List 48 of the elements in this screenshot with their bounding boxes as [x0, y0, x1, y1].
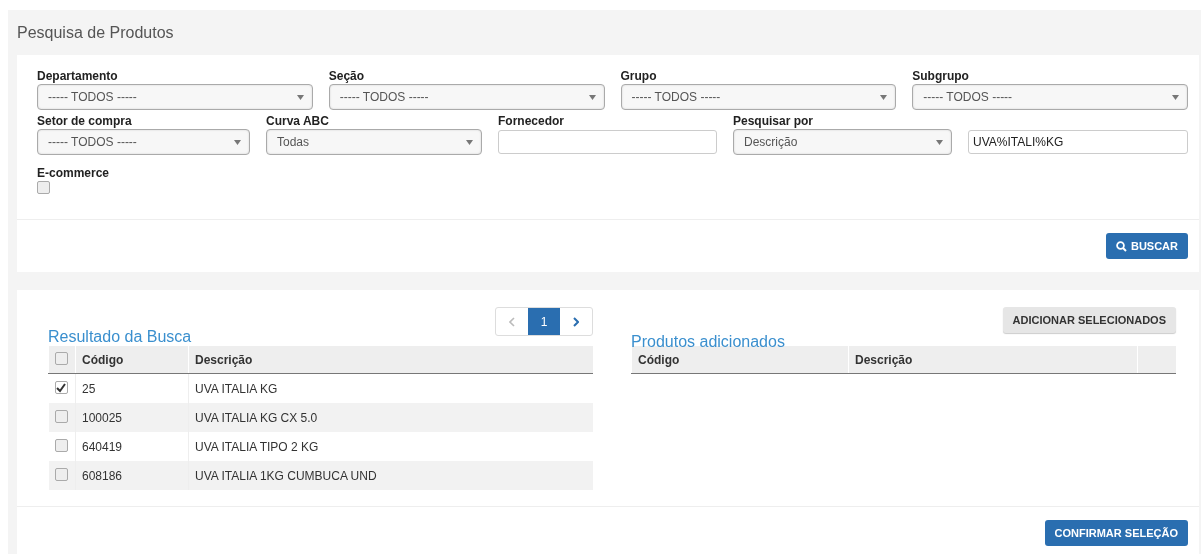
- add-selected-button[interactable]: ADICIONAR SELECIONADOS: [1002, 307, 1176, 333]
- chevron-right-icon: [573, 316, 579, 327]
- column-header: Código: [631, 346, 849, 374]
- caret-icon: [466, 139, 473, 145]
- page-title: Pesquisa de Produtos: [17, 23, 175, 43]
- table-cell: UVA ITALIA 1KG CUMBUCA UND: [188, 461, 593, 490]
- caret-icon: [936, 139, 943, 145]
- input-field[interactable]: [498, 130, 717, 154]
- field-label: Seção: [328, 69, 366, 84]
- table-cell: 608186: [75, 461, 189, 490]
- caret-icon: [296, 94, 304, 100]
- dropdown[interactable]: ----- TODOS -----: [37, 84, 313, 110]
- search-button[interactable]: BUSCAR: [1105, 233, 1188, 259]
- input-field[interactable]: UVA%ITALI%KG: [968, 130, 1188, 154]
- chevron-left-icon: [509, 316, 515, 327]
- field-label: Grupo: [620, 69, 658, 84]
- column-header: Descrição: [848, 346, 1138, 374]
- field-label: Departamento: [37, 69, 119, 84]
- caret-icon: [588, 94, 596, 100]
- checkbox[interactable]: [54, 409, 68, 423]
- dropdown[interactable]: Descrição: [733, 129, 952, 155]
- table-cell: 100025: [75, 403, 189, 432]
- page-button[interactable]: 1: [528, 308, 560, 335]
- dropdown[interactable]: ----- TODOS -----: [620, 84, 897, 110]
- field-label: Subgrupo: [912, 69, 970, 84]
- field-label: E-commerce: [37, 166, 110, 181]
- search-icon: [1115, 240, 1127, 252]
- dropdown[interactable]: ----- TODOS -----: [328, 84, 605, 110]
- caret-icon: [1172, 94, 1179, 100]
- field-label: Fornecedor: [498, 114, 565, 129]
- table-cell: UVA ITALIA KG CX 5.0: [188, 403, 593, 432]
- caret-icon: [880, 94, 888, 100]
- column-header: Código: [75, 346, 189, 374]
- caret-icon: [234, 139, 241, 145]
- checkbox[interactable]: [54, 467, 68, 481]
- dropdown[interactable]: ----- TODOS -----: [37, 129, 250, 155]
- field-label: Pesquisar por: [733, 114, 815, 129]
- field-label: Setor de compra: [37, 114, 133, 129]
- column-header: Descrição: [188, 346, 593, 374]
- dropdown[interactable]: ----- TODOS -----: [912, 84, 1188, 110]
- field-label: Curva ABC: [266, 114, 330, 129]
- checkbox[interactable]: [54, 381, 68, 395]
- section-title: Resultado da Busca: [48, 328, 192, 346]
- checkbox[interactable]: [54, 438, 68, 452]
- confirm-button[interactable]: CONFIRMAR SELEÇÃO: [1044, 520, 1188, 546]
- checkbox[interactable]: [37, 181, 50, 194]
- checkbox[interactable]: [55, 351, 68, 365]
- dropdown[interactable]: Todas: [266, 129, 482, 155]
